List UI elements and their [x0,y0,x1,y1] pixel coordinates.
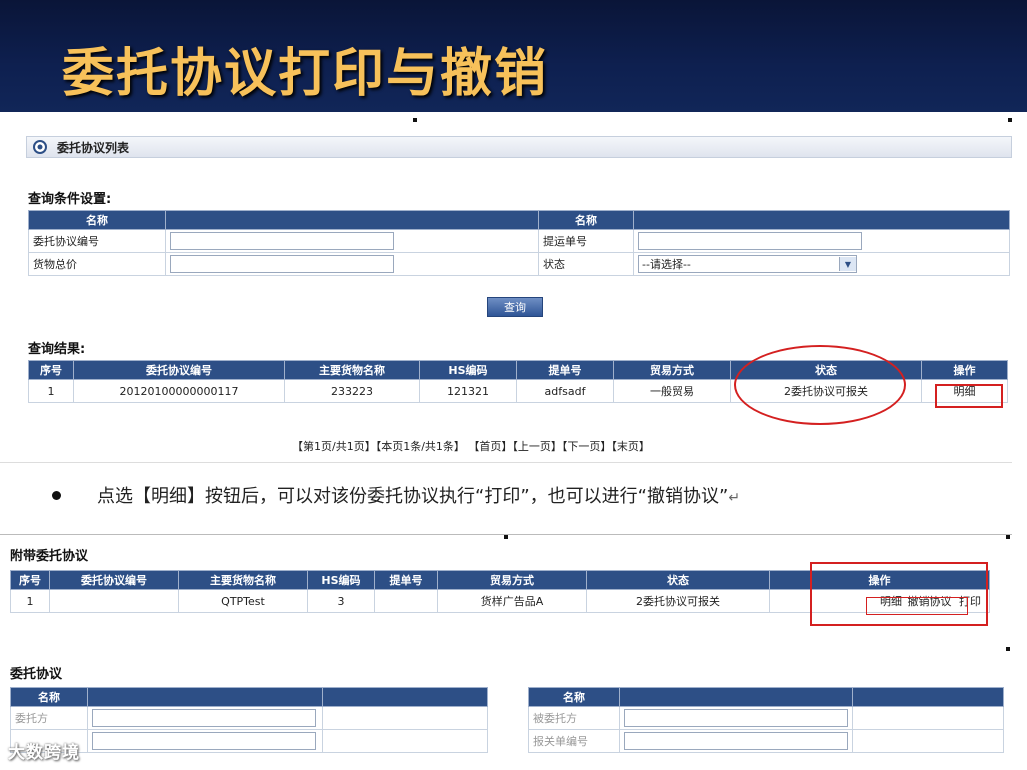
agreement-input[interactable] [92,732,316,750]
row-hs-code: 121321 [419,379,517,403]
row-goods-name: 233223 [284,379,420,403]
name-header: 名称 [538,210,634,230]
agreement-title: 委托协议 [10,667,63,682]
agreement-no-label: 委托协议编号 [28,229,166,253]
principal-label: 委托方 [10,706,88,730]
row-agreement-no: 20120100000000117 [73,379,285,403]
circle-arrow-icon [33,140,47,154]
column-header: 委托协议编号 [49,570,179,590]
row-status: 2委托协议可报关 [586,589,770,613]
actions-highlight-box [810,562,988,626]
total-price-label: 货物总价 [28,252,166,276]
declaration-no-input[interactable] [624,732,848,750]
selection-handle [1006,647,1010,651]
column-header: 序号 [10,570,50,590]
status-select-value: --请选择-- [642,258,691,271]
row-bill-no: adfsadf [516,379,614,403]
column-header: 主要货物名称 [284,360,420,380]
selection-handle [504,535,508,539]
watermark: 大数跨境 [8,743,80,763]
bullet-icon [52,490,61,500]
detail-highlight-box [935,384,1003,408]
column-header: 操作 [921,360,1008,380]
row-trade-mode: 一般贸易 [613,379,731,403]
row-goods-name: QTPTest [178,589,308,613]
row-index: 1 [10,589,50,613]
status-label: 状态 [538,252,634,276]
selection-handle [1006,535,1010,539]
agent-label: 被委托方 [528,706,620,730]
attached-agreement-screenshot: 附带委托协议 序号 委托协议编号 主要货物名称 HS编码 提单号 贸易方式 状态… [0,534,1012,770]
selection-handle [413,118,417,122]
panel-title-bar: 委托协议列表 [26,136,1012,158]
total-price-input[interactable] [170,255,394,273]
column-header: 委托协议编号 [73,360,285,380]
instruction-line: 点选【明细】按钮后，可以对该份委托协议执行“打印”，也可以进行“撤销协议”↵ [52,482,740,508]
name-header: 名称 [10,687,88,707]
bill-no-label: 提运单号 [538,229,634,253]
instruction-text: 点选【明细】按钮后，可以对该份委托协议执行“打印”，也可以进行“撤销协议” [97,486,729,507]
status-highlight-ellipse [734,345,906,425]
principal-input[interactable] [92,709,316,727]
bill-no-input[interactable] [638,232,862,250]
agent-input[interactable] [624,709,848,727]
row-bill-no [374,589,438,613]
status-select[interactable]: --请选择-- ▼ [638,255,857,273]
slide-title: 委托协议打印与撤销 [62,43,549,104]
column-header: 提单号 [374,570,438,590]
column-header: 状态 [586,570,770,590]
agreement-no-input[interactable] [170,232,394,250]
column-header: HS编码 [419,360,517,380]
column-header: HS编码 [307,570,375,590]
agreement-right-table: 名称 被委托方 报关单编号 [528,687,1004,753]
name-header: 名称 [28,210,166,230]
query-button[interactable]: 查询 [487,297,543,317]
row-index: 1 [28,379,74,403]
pagination[interactable]: 【第1页/共1页】【本页1条/共1条】 【首页】【上一页】【下一页】【末页】 [292,438,650,454]
query-section-label: 查询条件设置: [28,192,112,207]
column-header: 提单号 [516,360,614,380]
row-hs-code: 3 [307,589,375,613]
column-header: 贸易方式 [613,360,731,380]
column-header: 序号 [28,360,74,380]
slide-header: 委托协议打印与撤销 [0,0,1027,112]
agreement-list-screenshot: 委托协议列表 查询条件设置: 名称 名称 委托协议编号 提运单号 货物总价 状态… [0,112,1012,463]
row-trade-mode: 货样广告品A [437,589,587,613]
name-header: 名称 [528,687,620,707]
panel-title: 委托协议列表 [57,141,130,155]
row-agreement-no [49,589,179,613]
chevron-down-icon[interactable]: ▼ [839,257,856,271]
selection-handle [1008,118,1012,122]
agreement-left-table: 名称 委托方 [10,687,488,753]
query-form-table: 名称 名称 委托协议编号 提运单号 货物总价 状态 --请选择-- ▼ [28,210,1010,276]
revoke-print-highlight-box [866,597,968,615]
attached-title: 附带委托协议 [10,549,89,564]
column-header: 贸易方式 [437,570,587,590]
declaration-no-label: 报关单编号 [528,729,620,753]
column-header: 主要货物名称 [178,570,308,590]
results-section-label: 查询结果: [28,342,86,357]
return-mark-icon: ↵ [728,490,741,506]
